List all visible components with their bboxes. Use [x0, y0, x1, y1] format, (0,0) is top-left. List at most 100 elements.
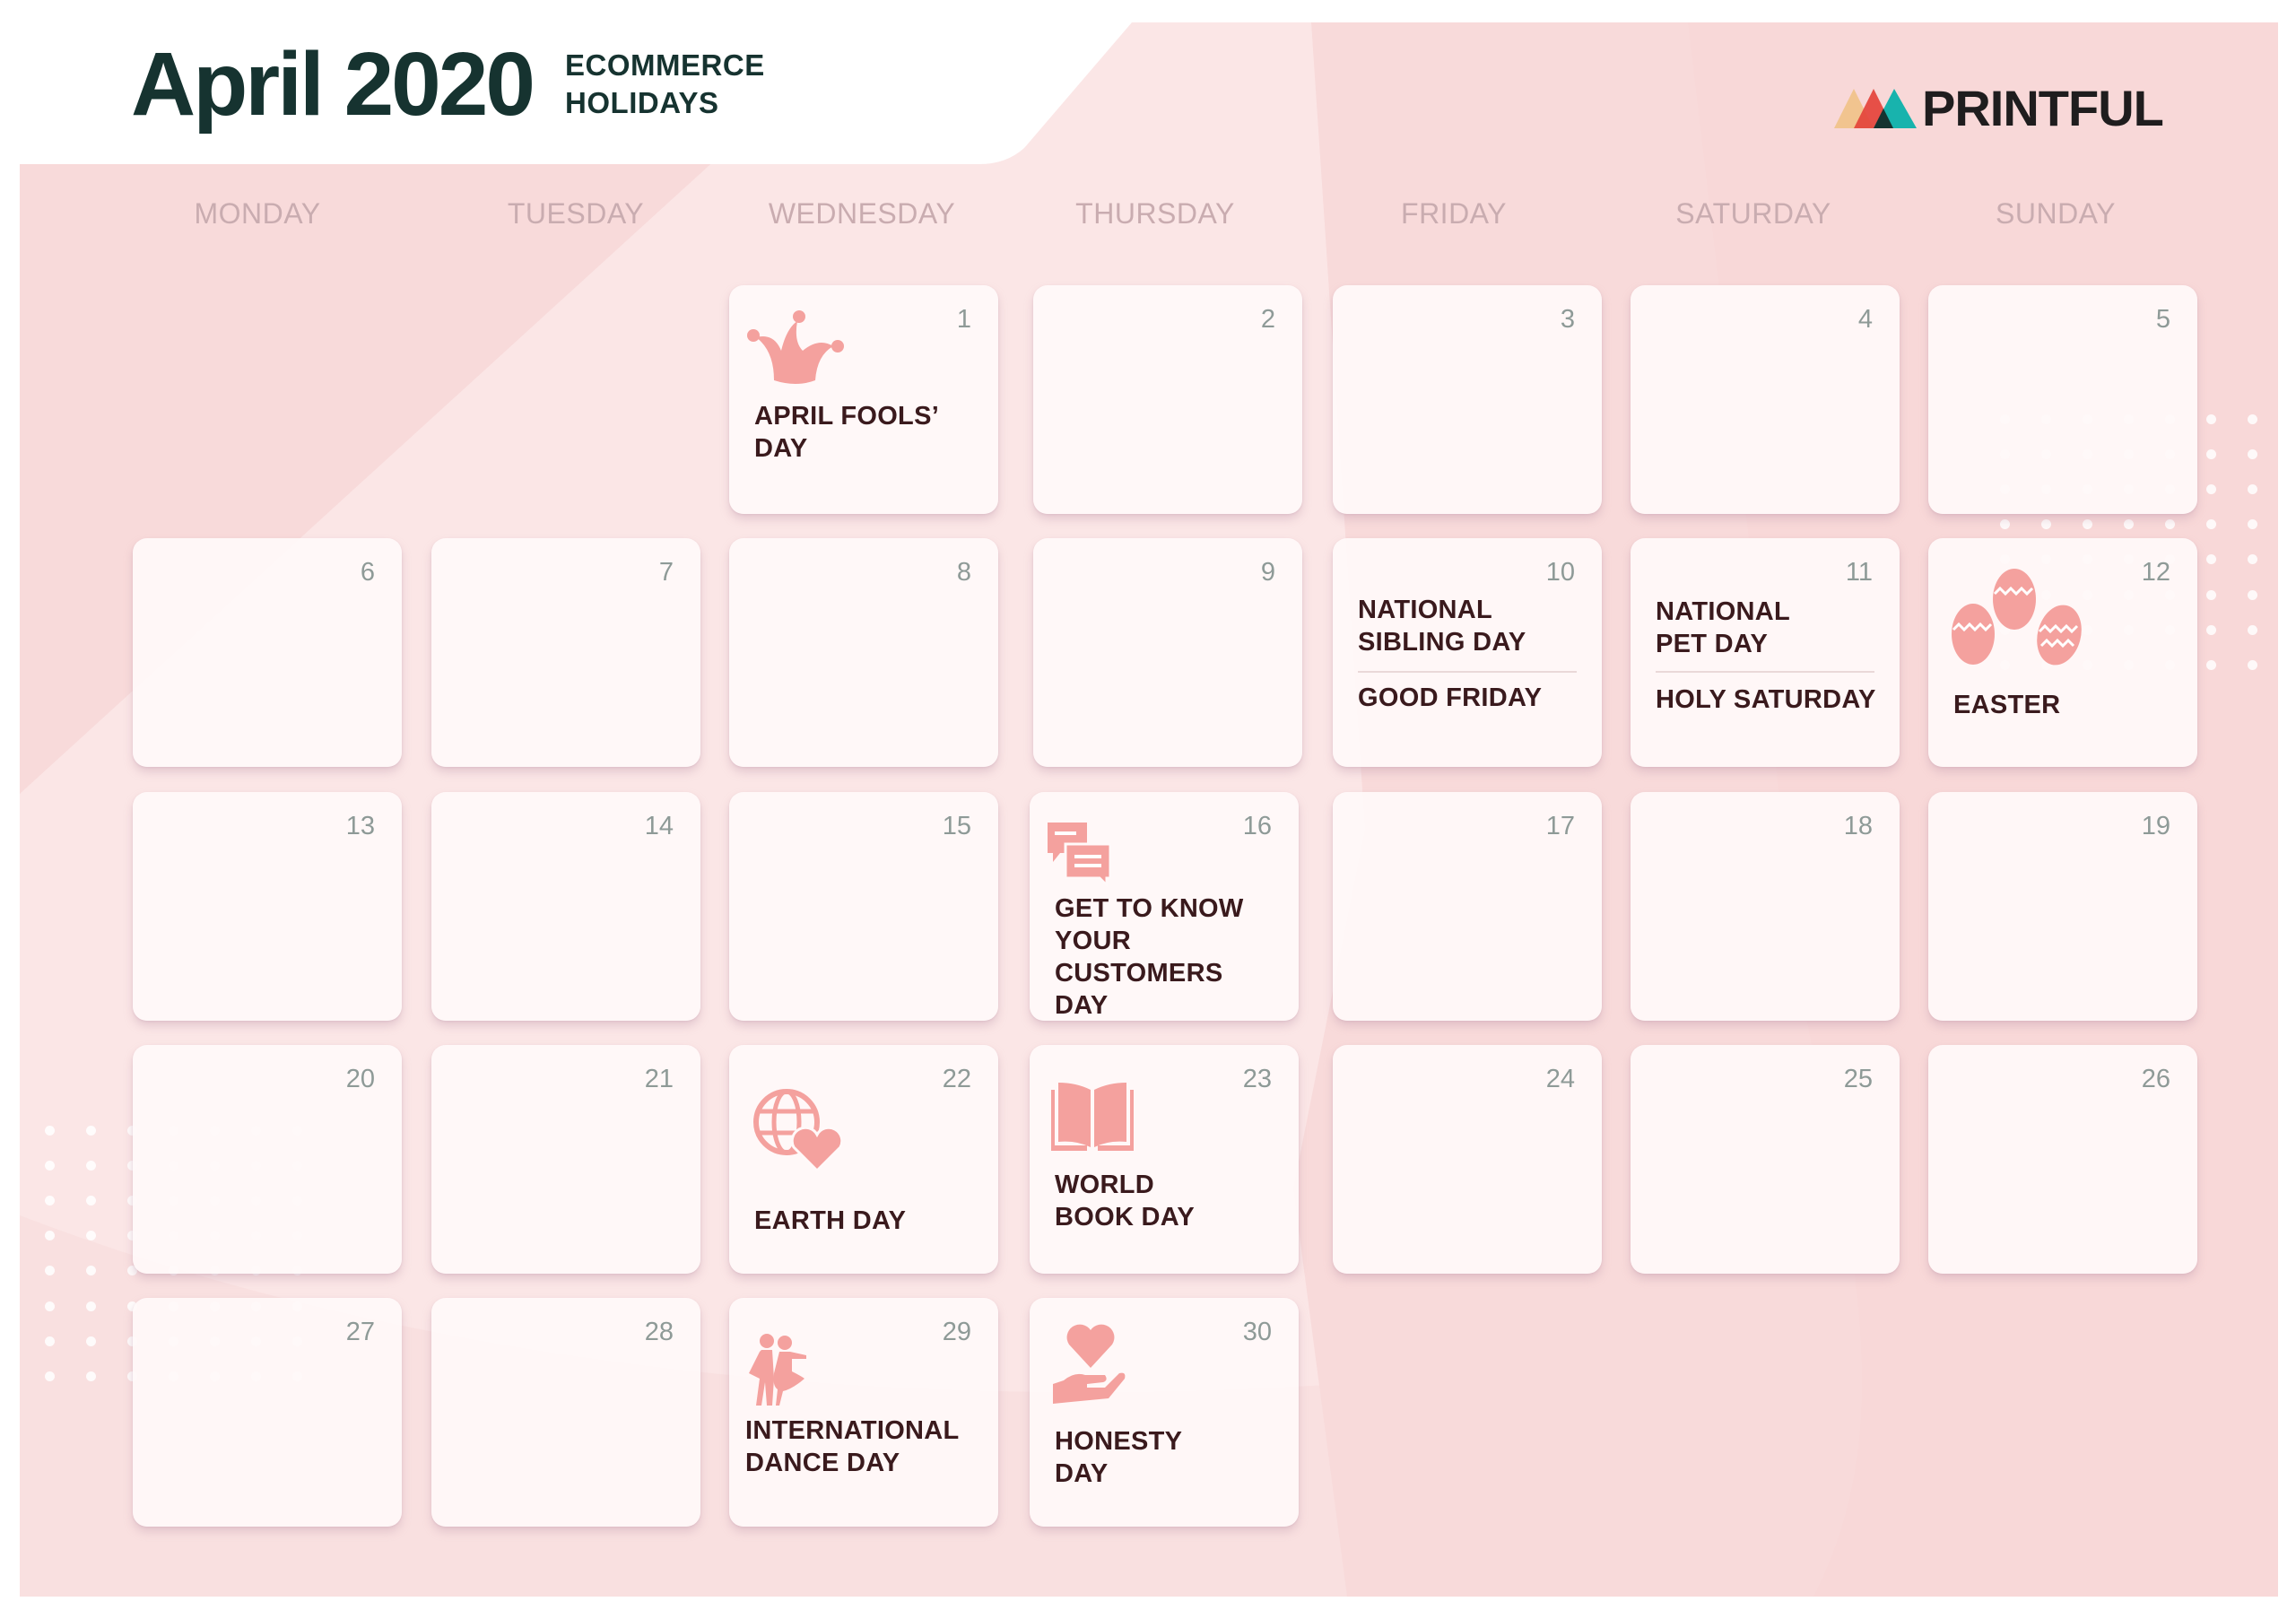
- weekday-header-row: MONDAY TUESDAY WEDNESDAY THURSDAY FRIDAY…: [0, 197, 2296, 242]
- day-number: 21: [644, 1065, 674, 1093]
- brand-logo: PRINTFUL: [1834, 79, 2164, 137]
- day-cell-6[interactable]: 6: [133, 538, 402, 767]
- weekday-saturday: SATURDAY: [1675, 197, 1831, 230]
- day-number: 16: [1242, 812, 1272, 840]
- weekday-thursday: THURSDAY: [1075, 197, 1235, 230]
- decorative-dot: [2206, 659, 2216, 670]
- day-number: 6: [360, 558, 375, 587]
- decorative-dot: [86, 1336, 96, 1346]
- day-cell-19[interactable]: 19: [1928, 792, 2197, 1021]
- day-number: 3: [1560, 305, 1575, 334]
- day-cell-12[interactable]: 12 EASTER: [1928, 538, 2197, 767]
- day-cell-26[interactable]: 26: [1928, 1045, 2197, 1274]
- day-number: 30: [1242, 1318, 1272, 1346]
- decorative-dot: [2206, 624, 2216, 635]
- day-cell-24[interactable]: 24: [1333, 1045, 1602, 1274]
- day-number: 24: [1545, 1065, 1575, 1093]
- globe-heart-icon: [753, 1089, 842, 1173]
- day-number: 12: [2141, 558, 2170, 587]
- day-cell-11[interactable]: 11 NATIONAL PET DAY HOLY SATURDAY: [1631, 538, 1900, 767]
- holiday-label: EARTH DAY: [754, 1206, 907, 1235]
- decorative-dot: [86, 1126, 96, 1136]
- day-number: 7: [658, 558, 674, 587]
- day-number: 2: [1260, 305, 1275, 334]
- day-number: 20: [345, 1065, 375, 1093]
- holiday-label: NATIONAL PET DAY: [1656, 597, 1791, 658]
- day-cell-9[interactable]: 9: [1033, 538, 1302, 767]
- day-number: 18: [1843, 812, 1873, 840]
- day-number: 11: [1845, 558, 1873, 587]
- holiday-divider: [1358, 671, 1577, 673]
- day-number: 5: [2155, 305, 2170, 334]
- day-cell-3[interactable]: 3: [1333, 285, 1602, 514]
- day-cell-14[interactable]: 14: [431, 792, 700, 1021]
- weekday-sunday: SUNDAY: [1996, 197, 2116, 230]
- chat-bubbles-icon: [1048, 823, 1112, 887]
- day-cell-22[interactable]: 22 EARTH DAY: [729, 1045, 998, 1274]
- subtitle-line-2: HOLIDAYS: [565, 86, 719, 119]
- day-cell-2[interactable]: 2: [1033, 285, 1302, 514]
- decorative-dot: [86, 1371, 96, 1381]
- day-cell-8[interactable]: 8: [729, 538, 998, 767]
- holiday-label-secondary: HOLY SATURDAY: [1656, 685, 1876, 714]
- holiday-label: APRIL FOOLS’ DAY: [754, 402, 940, 463]
- decorative-dot: [2248, 624, 2257, 635]
- day-number: 22: [942, 1065, 971, 1093]
- day-cell-27[interactable]: 27: [133, 1298, 402, 1527]
- day-cell-13[interactable]: 13: [133, 792, 402, 1021]
- page-subtitle: ECOMMERCE HOLIDAYS: [565, 47, 765, 122]
- day-number: 15: [942, 812, 971, 840]
- hand-heart-icon: [1053, 1324, 1126, 1404]
- day-cell-18[interactable]: 18: [1631, 792, 1900, 1021]
- day-cell-21[interactable]: 21: [431, 1045, 700, 1274]
- day-cell-23[interactable]: 23 WORLD BOOK DAY: [1030, 1045, 1299, 1274]
- weekday-wednesday: WEDNESDAY: [768, 197, 956, 230]
- logo-triangles-icon: [1834, 88, 1917, 128]
- weekday-friday: FRIDAY: [1401, 197, 1507, 230]
- day-cell-25[interactable]: 25: [1631, 1045, 1900, 1274]
- day-cell-15[interactable]: 15: [729, 792, 998, 1021]
- day-number: 19: [2141, 812, 2170, 840]
- holiday-label: HONESTY DAY: [1055, 1427, 1183, 1488]
- day-number: 27: [345, 1318, 375, 1346]
- day-cell-20[interactable]: 20: [133, 1045, 402, 1274]
- day-cell-30[interactable]: 30 HONESTY DAY: [1030, 1298, 1299, 1527]
- holiday-label: INTERNATIONAL DANCE DAY: [745, 1416, 960, 1477]
- day-cell-29[interactable]: 29 INTERNATIONAL DANCE DAY: [729, 1298, 998, 1527]
- decorative-dot: [45, 1126, 55, 1136]
- subtitle-line-1: ECOMMERCE: [565, 48, 765, 82]
- day-number: 1: [956, 305, 971, 334]
- decorative-dot: [2206, 589, 2216, 600]
- day-number: 26: [2141, 1065, 2170, 1093]
- day-cell-4[interactable]: 4: [1631, 285, 1900, 514]
- decorative-dot: [2248, 659, 2257, 670]
- jester-hat-icon: [747, 310, 844, 384]
- day-cell-16[interactable]: 16 GET TO KNOW YOUR CUSTOMERS DAY: [1030, 792, 1299, 1021]
- decorative-dot: [45, 1371, 55, 1381]
- holiday-divider: [1656, 671, 1874, 673]
- day-number: 13: [345, 812, 375, 840]
- day-number: 8: [956, 558, 971, 587]
- easter-eggs-icon: [1952, 569, 2082, 666]
- day-cell-1[interactable]: 1 APRIL FOOLS’ DAY: [729, 285, 998, 514]
- day-cell-7[interactable]: 7: [431, 538, 700, 767]
- day-cell-28[interactable]: 28: [431, 1298, 700, 1527]
- decorative-dot: [45, 1336, 55, 1346]
- decorative-dot: [45, 1301, 55, 1311]
- holiday-label: EASTER: [1953, 691, 2061, 719]
- holiday-label-secondary: GOOD FRIDAY: [1358, 683, 1543, 712]
- day-cell-10[interactable]: 10 NATIONAL SIBLING DAY GOOD FRIDAY: [1333, 538, 1602, 767]
- day-cell-5[interactable]: 5: [1928, 285, 2197, 514]
- day-number: 10: [1545, 558, 1575, 587]
- holiday-label: NATIONAL SIBLING DAY: [1358, 596, 1526, 657]
- day-number: 23: [1242, 1065, 1272, 1093]
- decorative-dot: [86, 1301, 96, 1311]
- dancing-couple-icon: [749, 1334, 806, 1406]
- open-book-icon: [1051, 1083, 1134, 1151]
- day-cell-17[interactable]: 17: [1333, 792, 1602, 1021]
- title-block: April 2020 ECOMMERCE HOLIDAYS: [131, 39, 765, 129]
- weekday-monday: MONDAY: [194, 197, 321, 230]
- decorative-dot: [2206, 414, 2216, 424]
- day-number: 25: [1843, 1065, 1873, 1093]
- day-number: 14: [644, 812, 674, 840]
